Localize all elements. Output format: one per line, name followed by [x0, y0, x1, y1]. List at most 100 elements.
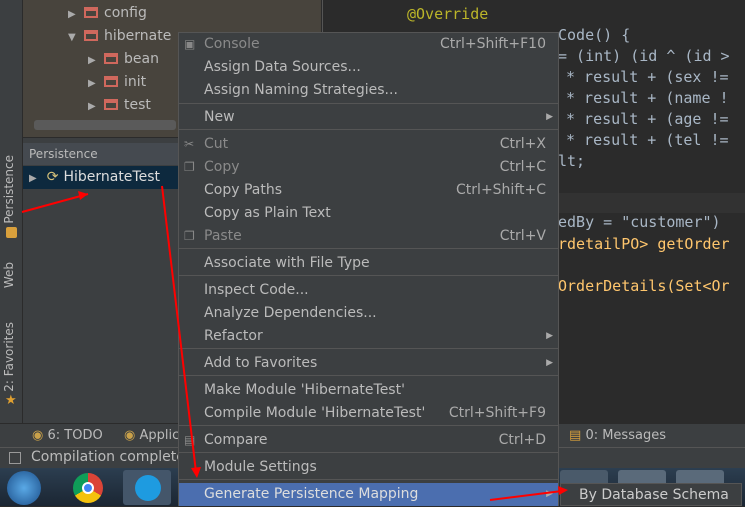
- star-icon: ★: [5, 393, 17, 408]
- folder-icon: [104, 76, 118, 87]
- persistence-icon: [6, 227, 17, 238]
- code-line: Code() {: [558, 26, 631, 44]
- menu-item-new[interactable]: New ▶: [179, 106, 558, 129]
- menu-separator: [179, 479, 558, 480]
- folder-icon: [104, 99, 118, 110]
- menu-item-shortcut: Ctrl+Shift+F9: [448, 405, 546, 421]
- context-menu: ▣ Console Ctrl+Shift+F10 Assign Data Source…: [178, 32, 559, 506]
- tool-window-messages[interactable]: ▤ 0: Messages: [569, 428, 666, 443]
- menu-item-label: Make Module 'HibernateTest': [204, 382, 405, 398]
- menu-item-compile-module-hibernatetest[interactable]: Compile Module 'HibernateTest' Ctrl+Shift…: [179, 402, 558, 425]
- paste-icon: ❐: [184, 229, 195, 243]
- menu-item-copy-paths[interactable]: Copy Paths Ctrl+Shift+C: [179, 179, 558, 202]
- todo-icon: ◉: [32, 428, 44, 443]
- console-icon: ▣: [184, 37, 196, 51]
- menu-item-assign-data-sources[interactable]: Assign Data Sources...: [179, 56, 558, 79]
- submenu-arrow-icon: ▶: [546, 489, 553, 499]
- menu-item-label: Cut: [204, 136, 229, 152]
- menu-item-copy-as-plain-text[interactable]: Copy as Plain Text: [179, 202, 558, 225]
- menu-item-shortcut: Ctrl+Shift+C: [456, 182, 546, 198]
- menu-item-label: Assign Data Sources...: [204, 59, 361, 75]
- menu-item-refactor[interactable]: Refactor ▶: [179, 325, 558, 348]
- menu-separator: [179, 248, 558, 249]
- copy-icon: ❐: [184, 160, 195, 174]
- menu-item-console[interactable]: ▣ Console Ctrl+Shift+F10: [179, 33, 558, 56]
- submenu-arrow-icon: ▶: [546, 358, 553, 368]
- tree-item-config[interactable]: ▶ config: [68, 2, 147, 24]
- folder-icon: [104, 53, 118, 64]
- menu-item-label: Generate Persistence Mapping: [204, 486, 419, 502]
- menu-separator: [179, 375, 558, 376]
- tab-web[interactable]: Web: [2, 262, 16, 288]
- menu-item-analyze-dependencies[interactable]: Analyze Dependencies...: [179, 302, 558, 325]
- scissors-icon: ✂: [184, 137, 195, 151]
- menu-item-add-to-favorites[interactable]: Add to Favorites ▶: [179, 352, 558, 375]
- menu-item-copy[interactable]: ❐ Copy Ctrl+C: [179, 156, 558, 179]
- menu-item-paste[interactable]: ❐ Paste Ctrl+V: [179, 225, 558, 248]
- menu-item-label: Console: [204, 36, 260, 52]
- left-tool-strip: Persistence Web 2: Favorites ★: [0, 0, 23, 423]
- menu-item-cut[interactable]: ✂ Cut Ctrl+X: [179, 133, 558, 156]
- submenu-arrow-icon: ▶: [546, 331, 553, 341]
- chrome-icon[interactable]: [73, 473, 103, 503]
- compare-icon: ▤: [184, 433, 196, 447]
- menu-item-label: Compare: [204, 432, 268, 448]
- tree-item-hibernate[interactable]: ▼ hibernate: [68, 25, 171, 47]
- code-line: * result + (sex !=: [566, 68, 729, 86]
- menu-item-label: Inspect Code...: [204, 282, 309, 298]
- menu-item-associate-with-file-type[interactable]: Associate with File Type: [179, 252, 558, 275]
- menu-item-shortcut: Ctrl+D: [498, 432, 546, 448]
- code-line: edBy = "customer"): [558, 213, 721, 231]
- menu-item-label: Copy as Plain Text: [204, 205, 331, 221]
- expand-arrow-icon: ▶: [29, 173, 37, 184]
- tree-item-bean[interactable]: ▶ bean: [88, 48, 159, 70]
- start-button[interactable]: [7, 471, 41, 505]
- menu-item-shortcut: Ctrl+X: [499, 136, 546, 152]
- code-line: * result + (tel !=: [566, 131, 729, 149]
- menu-separator: [179, 129, 558, 130]
- submenu-arrow-icon: ▶: [546, 112, 553, 122]
- status-icon: [9, 452, 21, 464]
- menu-item-label: Add to Favorites: [204, 355, 318, 371]
- menu-separator: [179, 348, 558, 349]
- horizontal-scrollbar[interactable]: [34, 120, 176, 130]
- menu-item-generate-persistence-mapping[interactable]: Generate Persistence Mapping ▶: [179, 483, 558, 506]
- menu-separator: [179, 425, 558, 426]
- menu-item-inspect-code[interactable]: Inspect Code...: [179, 279, 558, 302]
- tool-window-todo[interactable]: ◉ 6: TODO: [32, 428, 103, 443]
- code-line: lt;: [558, 152, 586, 170]
- folder-icon: [84, 30, 98, 41]
- tab-favorites[interactable]: 2: Favorites: [2, 322, 16, 392]
- menu-item-module-settings[interactable]: Module Settings: [179, 456, 558, 479]
- tab-persistence[interactable]: Persistence: [2, 155, 16, 224]
- menu-item-label: Associate with File Type: [204, 255, 370, 271]
- menu-item-assign-naming-strategies[interactable]: Assign Naming Strategies...: [179, 79, 558, 102]
- menu-separator: [179, 452, 558, 453]
- code-line: * result + (age !=: [566, 110, 729, 128]
- menu-item-label: Compile Module 'HibernateTest': [204, 405, 426, 421]
- menu-item-label: Assign Naming Strategies...: [204, 82, 398, 98]
- folder-icon: [84, 7, 98, 18]
- tree-item-test[interactable]: ▶ test: [88, 94, 151, 116]
- menu-separator: [179, 275, 558, 276]
- menu-item-shortcut: Ctrl+C: [499, 159, 546, 175]
- menu-item-label: Refactor: [204, 328, 263, 344]
- code-line: OrderDetails(Set<Or: [558, 277, 730, 295]
- code-line: * result + (name !: [566, 89, 729, 107]
- menu-item-shortcut: Ctrl+V: [499, 228, 546, 244]
- taskbar-app-button[interactable]: [123, 470, 171, 505]
- code-line: @Override: [407, 5, 489, 23]
- status-text: Compilation complete: [31, 449, 185, 465]
- menu-item-label: Module Settings: [204, 459, 317, 475]
- code-line: = (int) (id ^ (id >: [558, 47, 730, 65]
- module-icon: ⟳: [46, 169, 59, 185]
- menu-separator: [179, 103, 558, 104]
- submenu-by-database-schema[interactable]: By Database Schema: [560, 483, 742, 506]
- menu-item-label: Copy: [204, 159, 240, 175]
- menu-item-shortcut: Ctrl+Shift+F10: [439, 36, 546, 52]
- menu-item-label: Paste: [204, 228, 242, 244]
- menu-item-make-module-hibernatetest[interactable]: Make Module 'HibernateTest': [179, 379, 558, 402]
- code-line: rdetailPO> getOrder: [558, 235, 730, 253]
- menu-item-compare[interactable]: ▤ Compare Ctrl+D: [179, 429, 558, 452]
- tree-item-init[interactable]: ▶ init: [88, 71, 146, 93]
